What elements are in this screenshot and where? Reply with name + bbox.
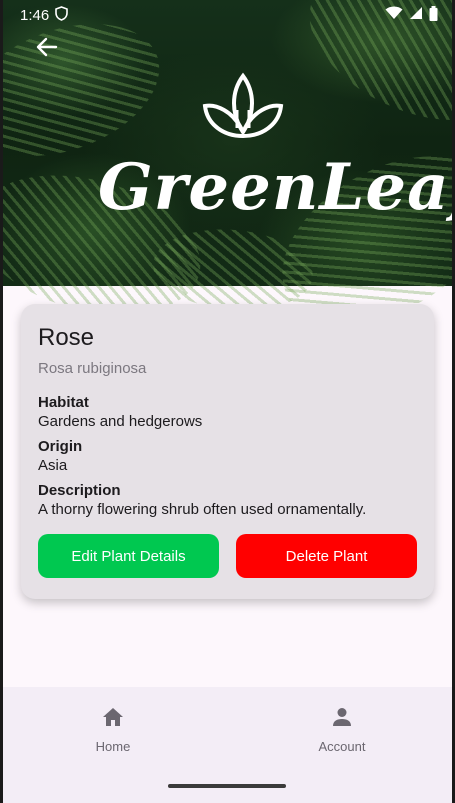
app-screen: 1:46 GreenLeaf Rose Rosa rubiginosa Habi… — [3, 0, 452, 803]
back-button[interactable] — [33, 33, 61, 61]
arrow-back-icon — [36, 37, 58, 57]
home-icon — [103, 708, 123, 726]
edit-plant-button[interactable]: Edit Plant Details — [38, 534, 219, 578]
brand-wordmark: GreenLeaf — [98, 150, 452, 225]
status-time: 1:46 — [20, 6, 50, 24]
field-label: Habitat — [38, 394, 89, 411]
field-value: A thorny flowering shrub often used orna… — [38, 501, 367, 518]
nav-label: Account — [318, 739, 366, 754]
delete-plant-button[interactable]: Delete Plant — [236, 534, 417, 578]
hero-banner: 1:46 GreenLeaf — [3, 0, 452, 359]
person-icon — [333, 708, 351, 726]
wifi-icon — [385, 6, 403, 24]
plant-scientific-name: Rosa rubiginosa — [38, 360, 147, 377]
gesture-bar[interactable] — [168, 784, 286, 788]
plant-name: Rose — [38, 324, 95, 351]
field-value: Asia — [38, 457, 68, 474]
nav-item-home[interactable]: Home — [53, 705, 173, 761]
habitat-field: Habitat Gardens and hedgerows — [38, 394, 417, 430]
field-value: Gardens and hedgerows — [38, 413, 203, 430]
signal-icon — [409, 6, 423, 24]
description-field: Description A thorny flowering shrub oft… — [38, 482, 417, 518]
origin-field: Origin Asia — [38, 438, 417, 474]
shield-icon — [55, 5, 69, 25]
card-actions: Edit Plant Details Delete Plant — [38, 534, 417, 578]
bottom-navigation: Home Account — [3, 687, 452, 803]
field-label: Description — [38, 482, 121, 499]
brand-logo: GreenLeaf — [98, 70, 452, 240]
status-bar: 1:46 — [3, 0, 452, 30]
nav-label: Home — [95, 739, 131, 754]
lotus-icon — [202, 72, 284, 138]
nav-item-account[interactable]: Account — [282, 705, 402, 761]
battery-icon — [429, 5, 438, 25]
plant-detail-card: Rose Rosa rubiginosa Habitat Gardens and… — [21, 304, 434, 599]
field-label: Origin — [38, 438, 83, 455]
